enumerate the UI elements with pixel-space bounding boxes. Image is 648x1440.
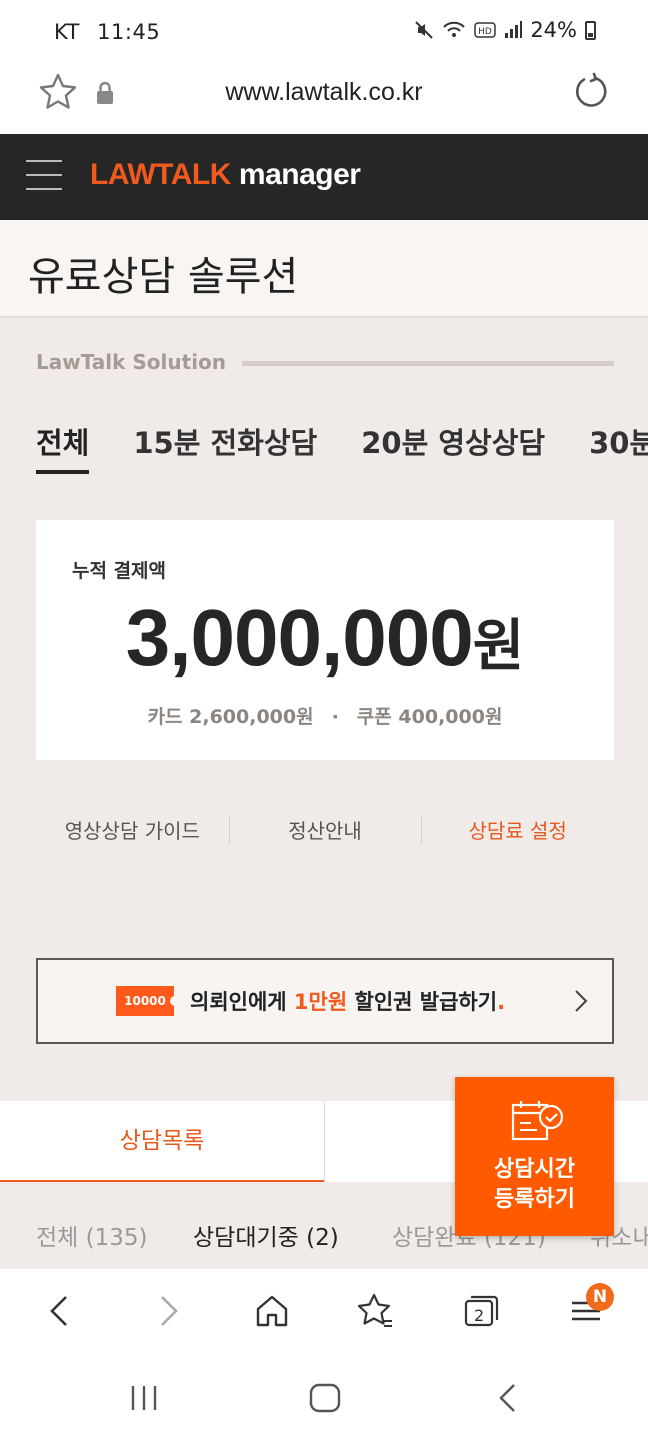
back-arrow-icon[interactable] bbox=[40, 1291, 80, 1331]
hd-icon: HD bbox=[474, 22, 497, 38]
coupon-icon: 10000 bbox=[116, 986, 180, 1016]
tab-phone-15[interactable]: 15분 전화상담 bbox=[133, 420, 317, 470]
settlement-info-link[interactable]: 정산안내 bbox=[228, 812, 422, 852]
card-label: 누적 결제액 bbox=[72, 560, 167, 582]
filter-all[interactable]: 전체 (135) bbox=[36, 1218, 147, 1252]
promo-dot: . bbox=[497, 990, 506, 1014]
fee-settings-link[interactable]: 상담료 설정 bbox=[421, 812, 614, 852]
fab-label-line2: 등록하기 bbox=[494, 1187, 575, 1212]
tab-consult-list[interactable]: 상담목록 bbox=[0, 1101, 324, 1183]
guide-links: 영상상담 가이드 정산안내 상담료 설정 bbox=[36, 812, 614, 852]
home-button-icon[interactable] bbox=[308, 1382, 342, 1414]
app-header: LAWTALK manager bbox=[0, 134, 648, 220]
clock: 11:45 bbox=[97, 20, 161, 44]
calendar-check-icon bbox=[511, 1101, 564, 1141]
title-section: 유료상담 솔루션 bbox=[0, 220, 648, 318]
home-icon[interactable] bbox=[252, 1291, 292, 1331]
amount-value: 3,000,000 bbox=[125, 593, 474, 682]
promo-text-after: 할인권 발급하기 bbox=[347, 990, 498, 1014]
solution-section: LawTalk Solution 전체 15분 전화상담 20분 영상상담 30분 방… bbox=[0, 318, 648, 1100]
register-time-fab[interactable]: 상담시간 등록하기 bbox=[455, 1077, 614, 1236]
fab-label-line1: 상담시간 bbox=[494, 1157, 575, 1182]
video-guide-link[interactable]: 영상상담 가이드 bbox=[36, 812, 229, 852]
card-amount: 카드 2,600,000원 bbox=[147, 706, 314, 728]
forward-arrow-icon[interactable] bbox=[148, 1291, 188, 1331]
tab-visit-30[interactable]: 30분 방문상담 bbox=[589, 420, 648, 470]
solution-divider bbox=[242, 361, 614, 366]
status-left: KT 11:45 bbox=[54, 20, 160, 44]
page-title: 유료상담 솔루션 bbox=[28, 254, 299, 300]
chevron-right-icon bbox=[575, 990, 588, 1012]
battery-icon bbox=[585, 20, 596, 40]
battery-level: 24% bbox=[530, 18, 577, 42]
coupon-amount: 쿠폰 400,000원 bbox=[356, 706, 503, 728]
bookmarks-star-icon[interactable] bbox=[356, 1291, 396, 1331]
tab-video-20[interactable]: 20분 영상상담 bbox=[361, 420, 545, 470]
logo-lawtalk: LAWTALK bbox=[90, 158, 231, 191]
carrier-label: KT bbox=[54, 20, 80, 44]
amount-unit: 원 bbox=[472, 614, 525, 679]
browser-toolbar: 2 N bbox=[0, 1268, 648, 1354]
reload-icon[interactable] bbox=[572, 72, 610, 110]
fab-label: 상담시간 등록하기 bbox=[455, 1155, 614, 1215]
mute-icon bbox=[415, 21, 434, 39]
breakdown-separator: · bbox=[331, 706, 339, 728]
promo-text: 의뢰인에게 1만원 할인권 발급하기. bbox=[190, 986, 505, 1016]
system-navigation-bar bbox=[0, 1354, 648, 1440]
tab-count: 2 bbox=[474, 1306, 485, 1325]
promo-highlight: 1만원 bbox=[293, 990, 348, 1014]
system-back-icon[interactable] bbox=[494, 1382, 520, 1414]
filter-waiting[interactable]: 상담대기중 (2) bbox=[193, 1218, 339, 1252]
svg-text:HD: HD bbox=[478, 27, 492, 37]
total-amount: 3,000,000원 bbox=[36, 592, 614, 684]
solution-label: LawTalk Solution bbox=[36, 350, 227, 374]
app-logo[interactable]: LAWTALK manager bbox=[90, 158, 361, 192]
status-bar: KT 11:45 HD 24% bbox=[0, 0, 648, 64]
status-right: HD 24% bbox=[414, 18, 596, 42]
summary-card: 누적 결제액 3,000,000원 카드 2,600,000원 · 쿠폰 400,0… bbox=[36, 520, 614, 760]
amount-breakdown: 카드 2,600,000원 · 쿠폰 400,000원 bbox=[36, 702, 614, 729]
solution-tabs: 전체 15분 전화상담 20분 영상상담 30분 방문상담 bbox=[36, 420, 648, 476]
menu-notification-badge: N bbox=[586, 1283, 614, 1311]
logo-manager: manager bbox=[238, 158, 361, 191]
recent-apps-icon[interactable] bbox=[128, 1384, 160, 1412]
browser-url-bar: www.lawtalk.co.kr bbox=[0, 64, 648, 134]
wifi-icon bbox=[443, 21, 466, 37]
promo-text-before: 의뢰인에게 bbox=[190, 990, 294, 1014]
tab-all[interactable]: 전체 bbox=[36, 420, 90, 474]
url-text[interactable]: www.lawtalk.co.kr bbox=[0, 78, 648, 107]
coupon-promo-banner[interactable]: 10000 의뢰인에게 1만원 할인권 발급하기. bbox=[36, 958, 614, 1044]
signal-icon bbox=[505, 21, 523, 38]
menu-hamburger-icon[interactable] bbox=[26, 160, 62, 192]
